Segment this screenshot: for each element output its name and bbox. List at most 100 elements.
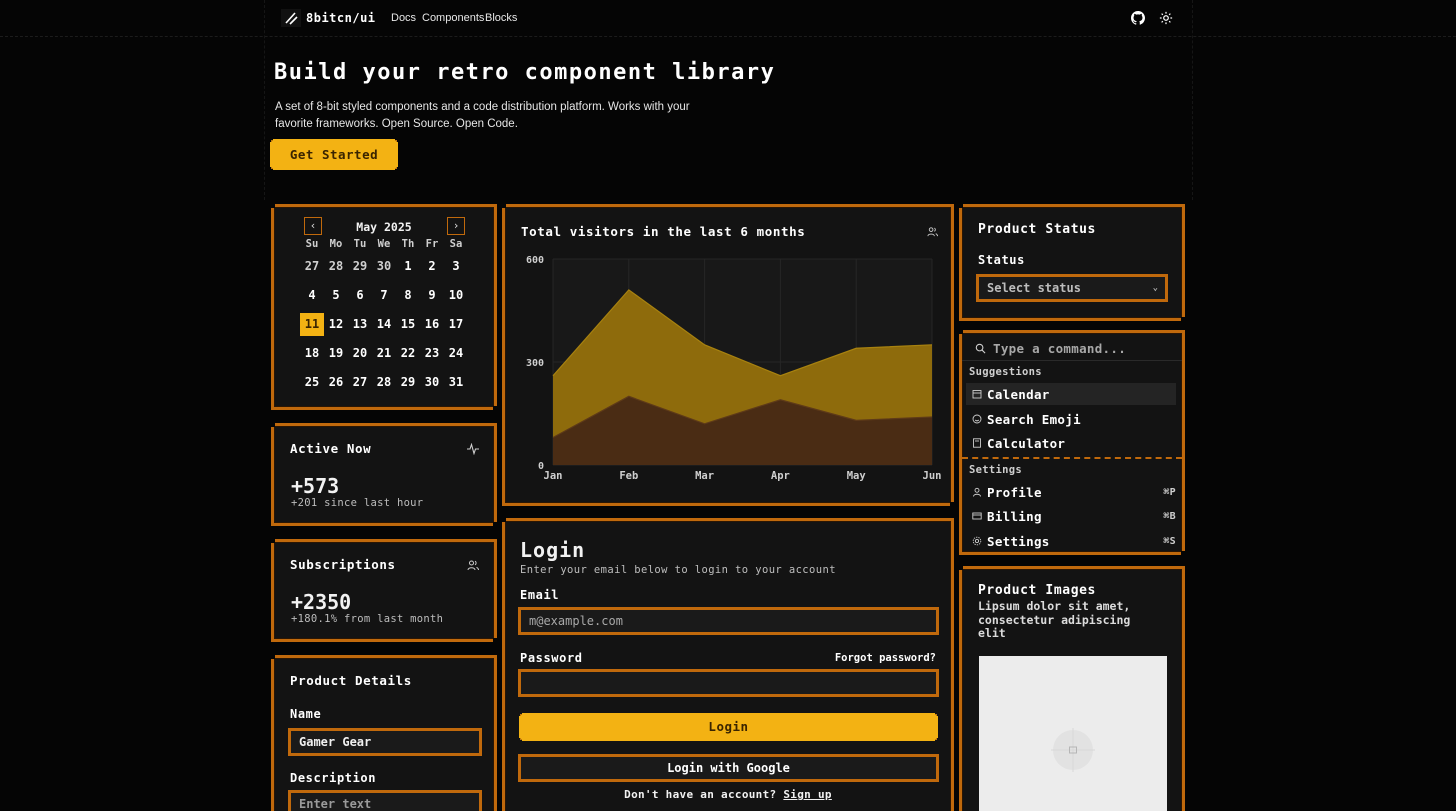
- calendar-day[interactable]: 29: [396, 371, 420, 394]
- calendar-day[interactable]: 6: [348, 284, 372, 307]
- login-button[interactable]: Login: [521, 715, 936, 739]
- calendar-day[interactable]: 15: [396, 313, 420, 336]
- calendar-day[interactable]: 2: [420, 255, 444, 278]
- email-field[interactable]: m@example.com: [518, 607, 939, 635]
- command-item-label: Search Emoji: [987, 411, 1081, 427]
- calendar-day[interactable]: 30: [420, 371, 444, 394]
- product-images-description: Lipsum dolor sit amet, consectetur adipi…: [978, 599, 1131, 640]
- command-item-label: Settings: [987, 533, 1050, 549]
- calendar-day[interactable]: 12: [324, 313, 348, 336]
- hero-description: A set of 8-bit styled components and a c…: [275, 101, 690, 130]
- calendar-day[interactable]: 21: [372, 342, 396, 365]
- product-description-input[interactable]: Enter text: [288, 790, 482, 811]
- signup-link[interactable]: Sign up: [783, 788, 831, 801]
- calendar-day[interactable]: 10: [444, 284, 468, 307]
- weekday-label: Sa: [449, 238, 463, 250]
- settings-heading: Settings: [969, 464, 1022, 476]
- subscriptions-title: Subscriptions: [290, 557, 396, 572]
- calendar-day[interactable]: 28: [372, 371, 396, 394]
- x-tick-label: May: [847, 470, 867, 482]
- next-month-button[interactable]: ›: [447, 217, 465, 235]
- command-item-calculator[interactable]: Calculator: [966, 432, 1176, 454]
- login-title: Login: [520, 538, 586, 562]
- calendar-day[interactable]: 20: [348, 342, 372, 365]
- login-with-google-button[interactable]: Login with Google: [518, 754, 939, 782]
- calendar-day[interactable]: 28: [324, 255, 348, 278]
- calendar-day[interactable]: 25: [300, 371, 324, 394]
- calendar-day[interactable]: 5: [324, 284, 348, 307]
- command-item-profile[interactable]: Profile ⌘P: [966, 481, 1176, 503]
- brand-name[interactable]: 8bitcn/ui: [306, 11, 376, 25]
- command-search-input[interactable]: Type a command...: [993, 341, 1126, 356]
- status-select-value: Select status: [987, 281, 1081, 295]
- calendar-day[interactable]: 13: [348, 313, 372, 336]
- sun-icon[interactable]: [1159, 11, 1173, 25]
- credit-card-icon: [972, 512, 982, 520]
- suggestions-heading: Suggestions: [969, 366, 1042, 378]
- calendar-day[interactable]: 31: [444, 371, 468, 394]
- command-item-label: Calculator: [987, 435, 1066, 451]
- y-tick-label: 600: [526, 255, 544, 266]
- login-card: Login Enter your email below to login to…: [502, 518, 954, 811]
- command-menu-card: Type a command... Suggestions Calendar S…: [959, 330, 1185, 555]
- calendar-day[interactable]: 26: [324, 371, 348, 394]
- github-icon[interactable]: [1131, 11, 1145, 25]
- description-label: Description: [290, 771, 377, 785]
- subscriptions-card: Subscriptions +2350 +180.1% from last mo…: [271, 539, 497, 642]
- command-item-calendar[interactable]: Calendar: [966, 383, 1176, 405]
- active-now-value: +573: [291, 474, 340, 498]
- top-nav: [0, 0, 1456, 37]
- active-now-card: Active Now +573 +201 since last hour: [271, 423, 497, 526]
- product-details-title: Product Details: [290, 673, 412, 688]
- calendar-day[interactable]: 16: [420, 313, 444, 336]
- calendar-day[interactable]: 3: [444, 255, 468, 278]
- product-name-input[interactable]: Gamer Gear: [288, 728, 482, 756]
- weekday-label: Th: [401, 238, 415, 250]
- forgot-password-link[interactable]: Forgot password?: [835, 652, 936, 664]
- calendar-day[interactable]: 14: [372, 313, 396, 336]
- calendar-day[interactable]: 24: [444, 342, 468, 365]
- nav-link-components[interactable]: Components: [422, 12, 484, 24]
- calendar-day[interactable]: 30: [372, 255, 396, 278]
- search-icon: [975, 343, 986, 354]
- weekday-label: Tu: [353, 238, 367, 250]
- calendar-day[interactable]: 7: [372, 284, 396, 307]
- product-status-title: Product Status: [978, 222, 1096, 237]
- status-label: Status: [978, 253, 1025, 267]
- calendar-day[interactable]: 22: [396, 342, 420, 365]
- calendar-day[interactable]: 17: [444, 313, 468, 336]
- command-item-settings[interactable]: Settings ⌘S: [966, 530, 1176, 552]
- logo-icon[interactable]: [281, 9, 301, 27]
- calendar-day[interactable]: 9: [420, 284, 444, 307]
- smile-icon: [972, 414, 982, 424]
- calendar-day[interactable]: 8: [396, 284, 420, 307]
- command-item-search-emoji[interactable]: Search Emoji: [966, 408, 1176, 430]
- status-select[interactable]: Select status ⌄: [976, 274, 1168, 302]
- calendar-day[interactable]: 23: [420, 342, 444, 365]
- calendar-day[interactable]: 27: [348, 371, 372, 394]
- image-placeholder-icon: [1051, 728, 1095, 772]
- visitors-chart-card: Total visitors in the last 6 months 0 300…: [502, 204, 954, 506]
- calendar-day[interactable]: 27: [300, 255, 324, 278]
- password-field[interactable]: [518, 669, 939, 697]
- nav-link-blocks[interactable]: Blocks: [485, 12, 517, 24]
- nav-link-docs[interactable]: Docs: [391, 12, 416, 24]
- calendar-day[interactable]: 4: [300, 284, 324, 307]
- calendar-day[interactable]: 19: [324, 342, 348, 365]
- divider: [962, 360, 1182, 361]
- calendar-day[interactable]: 18: [300, 342, 324, 365]
- product-details-card: Product Details Name Gamer Gear Descript…: [271, 655, 497, 811]
- get-started-button[interactable]: Get Started: [272, 141, 396, 168]
- active-now-sub: +201 since last hour: [291, 497, 424, 509]
- users-icon: [467, 560, 479, 571]
- shortcut-label: ⌘S: [1163, 535, 1176, 547]
- calendar-day[interactable]: 11: [300, 313, 324, 336]
- calculator-icon: [973, 438, 981, 448]
- command-item-billing[interactable]: Billing ⌘B: [966, 505, 1176, 527]
- calendar-day[interactable]: 29: [348, 255, 372, 278]
- product-status-card: Product Status Status Select status ⌄: [959, 204, 1185, 321]
- command-item-label: Calendar: [987, 386, 1050, 402]
- weekday-label: Fr: [425, 238, 439, 250]
- signup-row: Don't have an account? Sign up: [505, 788, 951, 801]
- calendar-day[interactable]: 1: [396, 255, 420, 278]
